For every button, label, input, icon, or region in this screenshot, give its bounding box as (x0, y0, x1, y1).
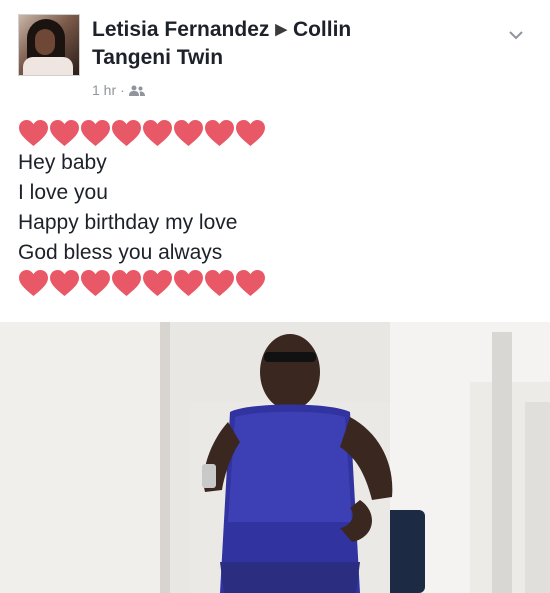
heart-emoji-icon (205, 119, 234, 147)
meta-separator: · (120, 82, 125, 98)
post-photo[interactable] (0, 322, 550, 593)
post-message: Hey baby I love you Happy birthday my lo… (18, 118, 518, 298)
heart-emoji-icon (236, 119, 265, 147)
heart-emoji-icon (236, 269, 265, 297)
heart-emoji-icon (174, 119, 203, 147)
author-name[interactable]: Letisia Fernandez (92, 18, 269, 41)
heart-emoji-icon (205, 269, 234, 297)
heart-emoji-icon (143, 119, 172, 147)
chevron-down-icon[interactable] (508, 28, 524, 40)
post-names: Letisia Fernandez ▶ Collin Tangeni Twin (92, 16, 452, 72)
heart-emoji-icon (50, 119, 79, 147)
post-header: Letisia Fernandez ▶ Collin Tangeni Twin 1 … (18, 14, 550, 104)
author-avatar[interactable] (18, 14, 80, 76)
hearts-row-top (18, 118, 518, 148)
avatar-shirt (23, 57, 73, 75)
heart-emoji-icon (112, 119, 141, 147)
heart-emoji-icon (19, 269, 48, 297)
message-line: I love you (18, 181, 108, 204)
arrow-right-icon: ▶ (275, 21, 287, 38)
heart-emoji-icon (81, 119, 110, 147)
heart-emoji-icon (50, 269, 79, 297)
message-line: Hey baby (18, 151, 107, 174)
heart-emoji-icon (174, 269, 203, 297)
heart-emoji-icon (112, 269, 141, 297)
post-time[interactable]: 1 hr (92, 82, 116, 98)
avatar-face (35, 29, 55, 55)
recipient-name-line1[interactable]: Collin (293, 18, 351, 41)
heart-emoji-icon (143, 269, 172, 297)
hearts-row-bottom (18, 268, 518, 298)
heart-emoji-icon (81, 269, 110, 297)
message-line: Happy birthday my love (18, 211, 238, 234)
recipient-name-line2[interactable]: Tangeni Twin (92, 46, 223, 69)
heart-emoji-icon (19, 119, 48, 147)
friends-icon[interactable] (128, 84, 145, 100)
message-line: God bless you always (18, 241, 223, 264)
post-meta: 1 hr · (92, 82, 145, 100)
facebook-post: Letisia Fernandez ▶ Collin Tangeni Twin 1 … (0, 0, 550, 593)
photo-illustration (0, 322, 550, 593)
